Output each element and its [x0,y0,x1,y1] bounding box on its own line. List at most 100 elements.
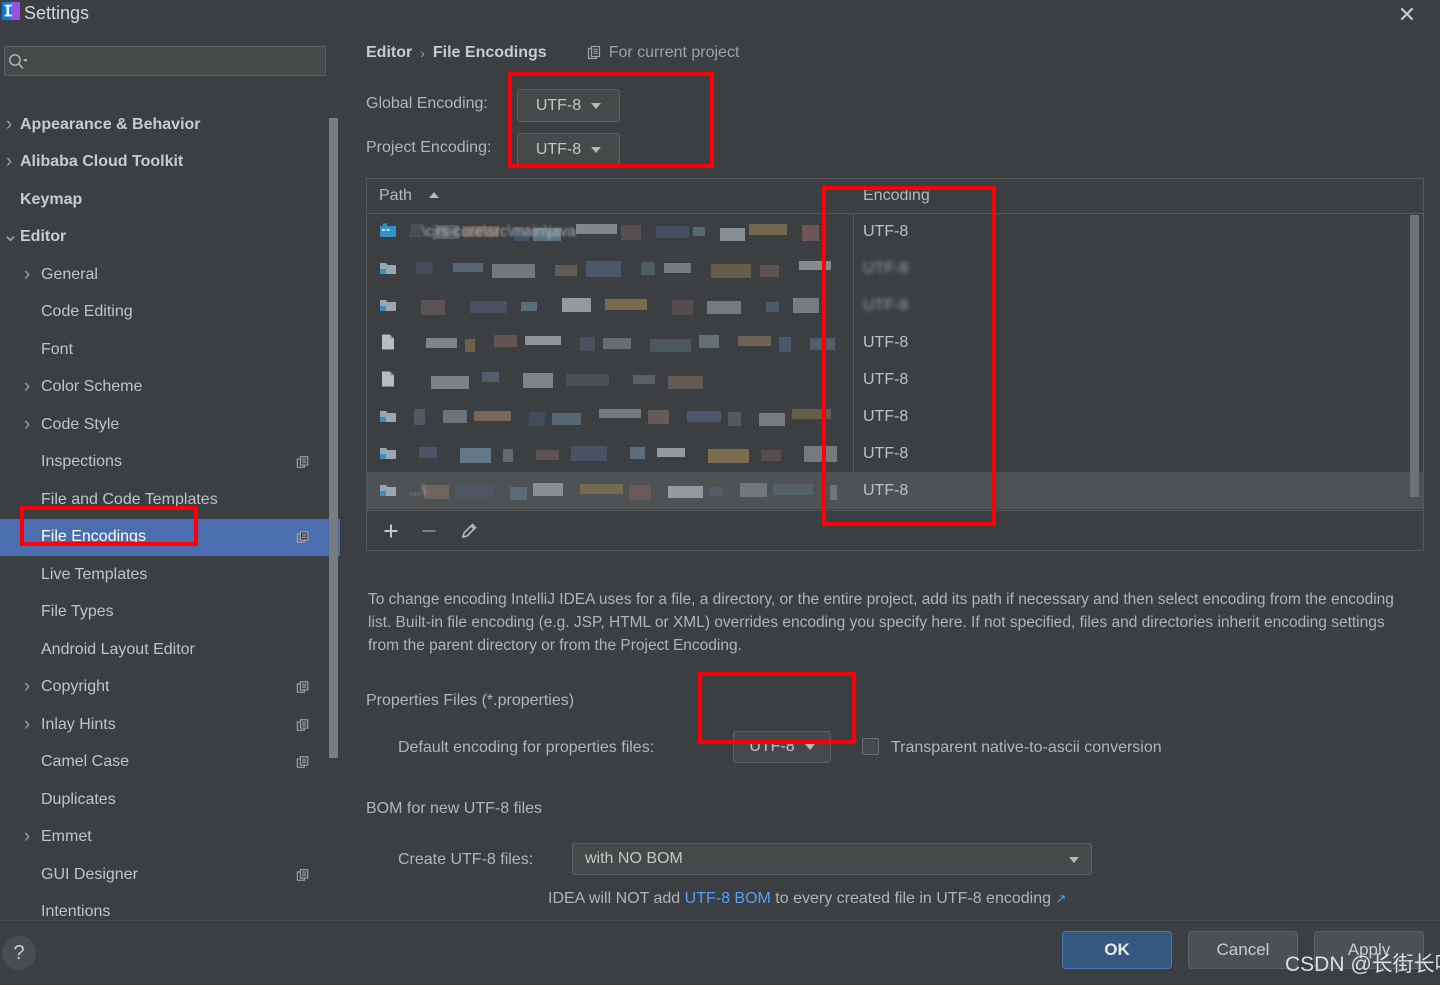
properties-encoding-value: UTF-8 [749,738,795,755]
encoding-cell[interactable]: UTF-8 [863,324,908,361]
redaction-block [421,300,445,315]
help-button[interactable]: ? [2,936,36,970]
sidebar-item-inspections[interactable]: Inspections [0,444,340,482]
dialog-footer: ? OK Cancel Apply [0,920,1440,985]
table-row[interactable]: ...\ UTF-8 [367,472,1423,509]
sidebar-item-emmet[interactable]: › Emmet [0,819,340,857]
encoding-cell[interactable]: UTF-8 [863,287,908,324]
redaction-block [580,337,595,351]
redaction-block [761,450,781,461]
sidebar-item-copyright[interactable]: › Copyright [0,669,340,707]
chevron-right-icon[interactable]: › [20,376,34,398]
table-row[interactable]: ...\cjrs-core\src\main\java UTF-8 [367,213,1423,250]
close-icon[interactable]: ✕ [1384,0,1430,30]
encoding-cell[interactable]: UTF-8 [863,472,908,509]
sidebar-item-code-editing[interactable]: Code Editing [0,294,340,332]
transparent-native-to-ascii-checkbox[interactable] [862,738,879,755]
table-row[interactable]: UTF-8 [367,287,1423,324]
encodings-table[interactable]: Path Encoding ...\cjrs-core\src\main\jav… [366,178,1424,511]
chevron-right-icon[interactable]: › [20,264,34,286]
project-encoding-combo[interactable]: UTF-8 [517,133,620,166]
column-header-path[interactable]: Path [379,179,412,213]
ok-button[interactable]: OK [1062,931,1172,969]
bom-mode-combo[interactable]: with NO BOM [572,843,1092,875]
redaction-block [793,298,819,313]
cancel-button[interactable]: Cancel [1188,931,1298,969]
sidebar-scrollbar[interactable] [329,118,338,758]
redaction-block [668,486,703,498]
project-scope-icon [587,45,600,60]
sidebar-item-alibaba-cloud-toolkit[interactable]: › Alibaba Cloud Toolkit [0,144,340,182]
encoding-cell[interactable]: UTF-8 [863,361,908,398]
table-row[interactable]: UTF-8 [367,435,1423,472]
remove-path-button[interactable] [415,517,443,545]
folder-icon [380,300,396,311]
encoding-cell[interactable]: UTF-8 [863,398,908,435]
sidebar-item-file-and-code-templates[interactable]: File and Code Templates [0,481,340,519]
file-icon [382,334,394,350]
redaction-block [621,225,641,240]
pencil-icon [461,523,477,539]
apply-button[interactable]: Apply [1314,931,1424,969]
redaction-block [650,339,691,352]
sidebar-item-label: Intentions [41,903,111,921]
sidebar-item-live-templates[interactable]: Live Templates [0,556,340,594]
sidebar-item-duplicates[interactable]: Duplicates [0,781,340,819]
plus-icon [384,524,398,538]
properties-encoding-combo[interactable]: UTF-8 [733,731,831,763]
sidebar-item-font[interactable]: Font [0,331,340,369]
chevron-down-icon[interactable]: ⌄ [2,222,19,247]
redaction-block [482,372,499,382]
column-header-encoding[interactable]: Encoding [863,179,930,213]
sidebar-item-gui-designer[interactable]: GUI Designer [0,856,340,894]
table-row[interactable]: UTF-8 [367,324,1423,361]
chevron-right-icon[interactable]: › [20,714,34,736]
sidebar-item-general[interactable]: › General [0,256,340,294]
bom-group-title: BOM for new UTF-8 files [366,800,553,818]
sidebar-item-label: Inlay Hints [41,715,116,733]
chevron-right-icon[interactable]: › [2,114,16,136]
global-encoding-combo[interactable]: UTF-8 [517,89,620,122]
utf8-bom-link[interactable]: UTF-8 BOM [685,890,771,907]
chevron-right-icon[interactable]: › [20,826,34,848]
edit-path-button[interactable] [455,517,483,545]
encoding-cell[interactable]: UTF-8 [863,250,908,287]
table-scrollbar[interactable] [1410,215,1419,497]
table-row[interactable]: UTF-8 [367,361,1423,398]
sidebar-item-label: Emmet [41,828,92,846]
sidebar-item-android-layout-editor[interactable]: Android Layout Editor [0,631,340,669]
search-field[interactable] [4,46,326,77]
sidebar-item-camel-case[interactable]: Camel Case [0,744,340,782]
folder-icon [380,448,396,459]
sort-ascending-icon [429,192,439,198]
sidebar-item-appearance-behavior[interactable]: › Appearance & Behavior [0,106,340,144]
encoding-cell[interactable]: UTF-8 [863,213,908,250]
chevron-right-icon[interactable]: › [20,414,34,436]
sidebar-item-label: Duplicates [41,790,116,808]
redaction-block [804,446,837,462]
redaction-block [529,412,545,426]
sidebar-item-file-encodings[interactable]: File Encodings [0,518,340,556]
sidebar-item-file-types[interactable]: File Types [0,594,340,632]
sidebar-item-inlay-hints[interactable]: › Inlay Hints [0,706,340,744]
redaction-block [455,486,493,497]
redaction-block [648,410,669,424]
add-path-button[interactable] [377,517,405,545]
sidebar-item-keymap[interactable]: Keymap [0,181,340,219]
table-row[interactable]: UTF-8 [367,250,1423,287]
redaction-block [664,263,691,273]
chevron-right-icon[interactable]: › [20,676,34,698]
encoding-cell[interactable]: UTF-8 [863,435,908,472]
sidebar-item-code-style[interactable]: › Code Style [0,406,340,444]
sidebar-item-color-scheme[interactable]: › Color Scheme [0,369,340,407]
search-input[interactable] [31,47,325,77]
sidebar-item-editor[interactable]: ⌄ Editor [0,219,340,257]
bom-note-prefix: IDEA will NOT add [548,890,685,907]
table-row[interactable]: UTF-8 [367,398,1423,435]
redaction-block [656,226,689,238]
breadcrumb-parent[interactable]: Editor [366,44,412,62]
global-encoding-label: Global Encoding: [366,95,488,112]
chevron-right-icon[interactable]: › [2,151,16,173]
intellij-idea-logo-icon [2,2,20,20]
sidebar-item-label: Copyright [41,678,110,696]
